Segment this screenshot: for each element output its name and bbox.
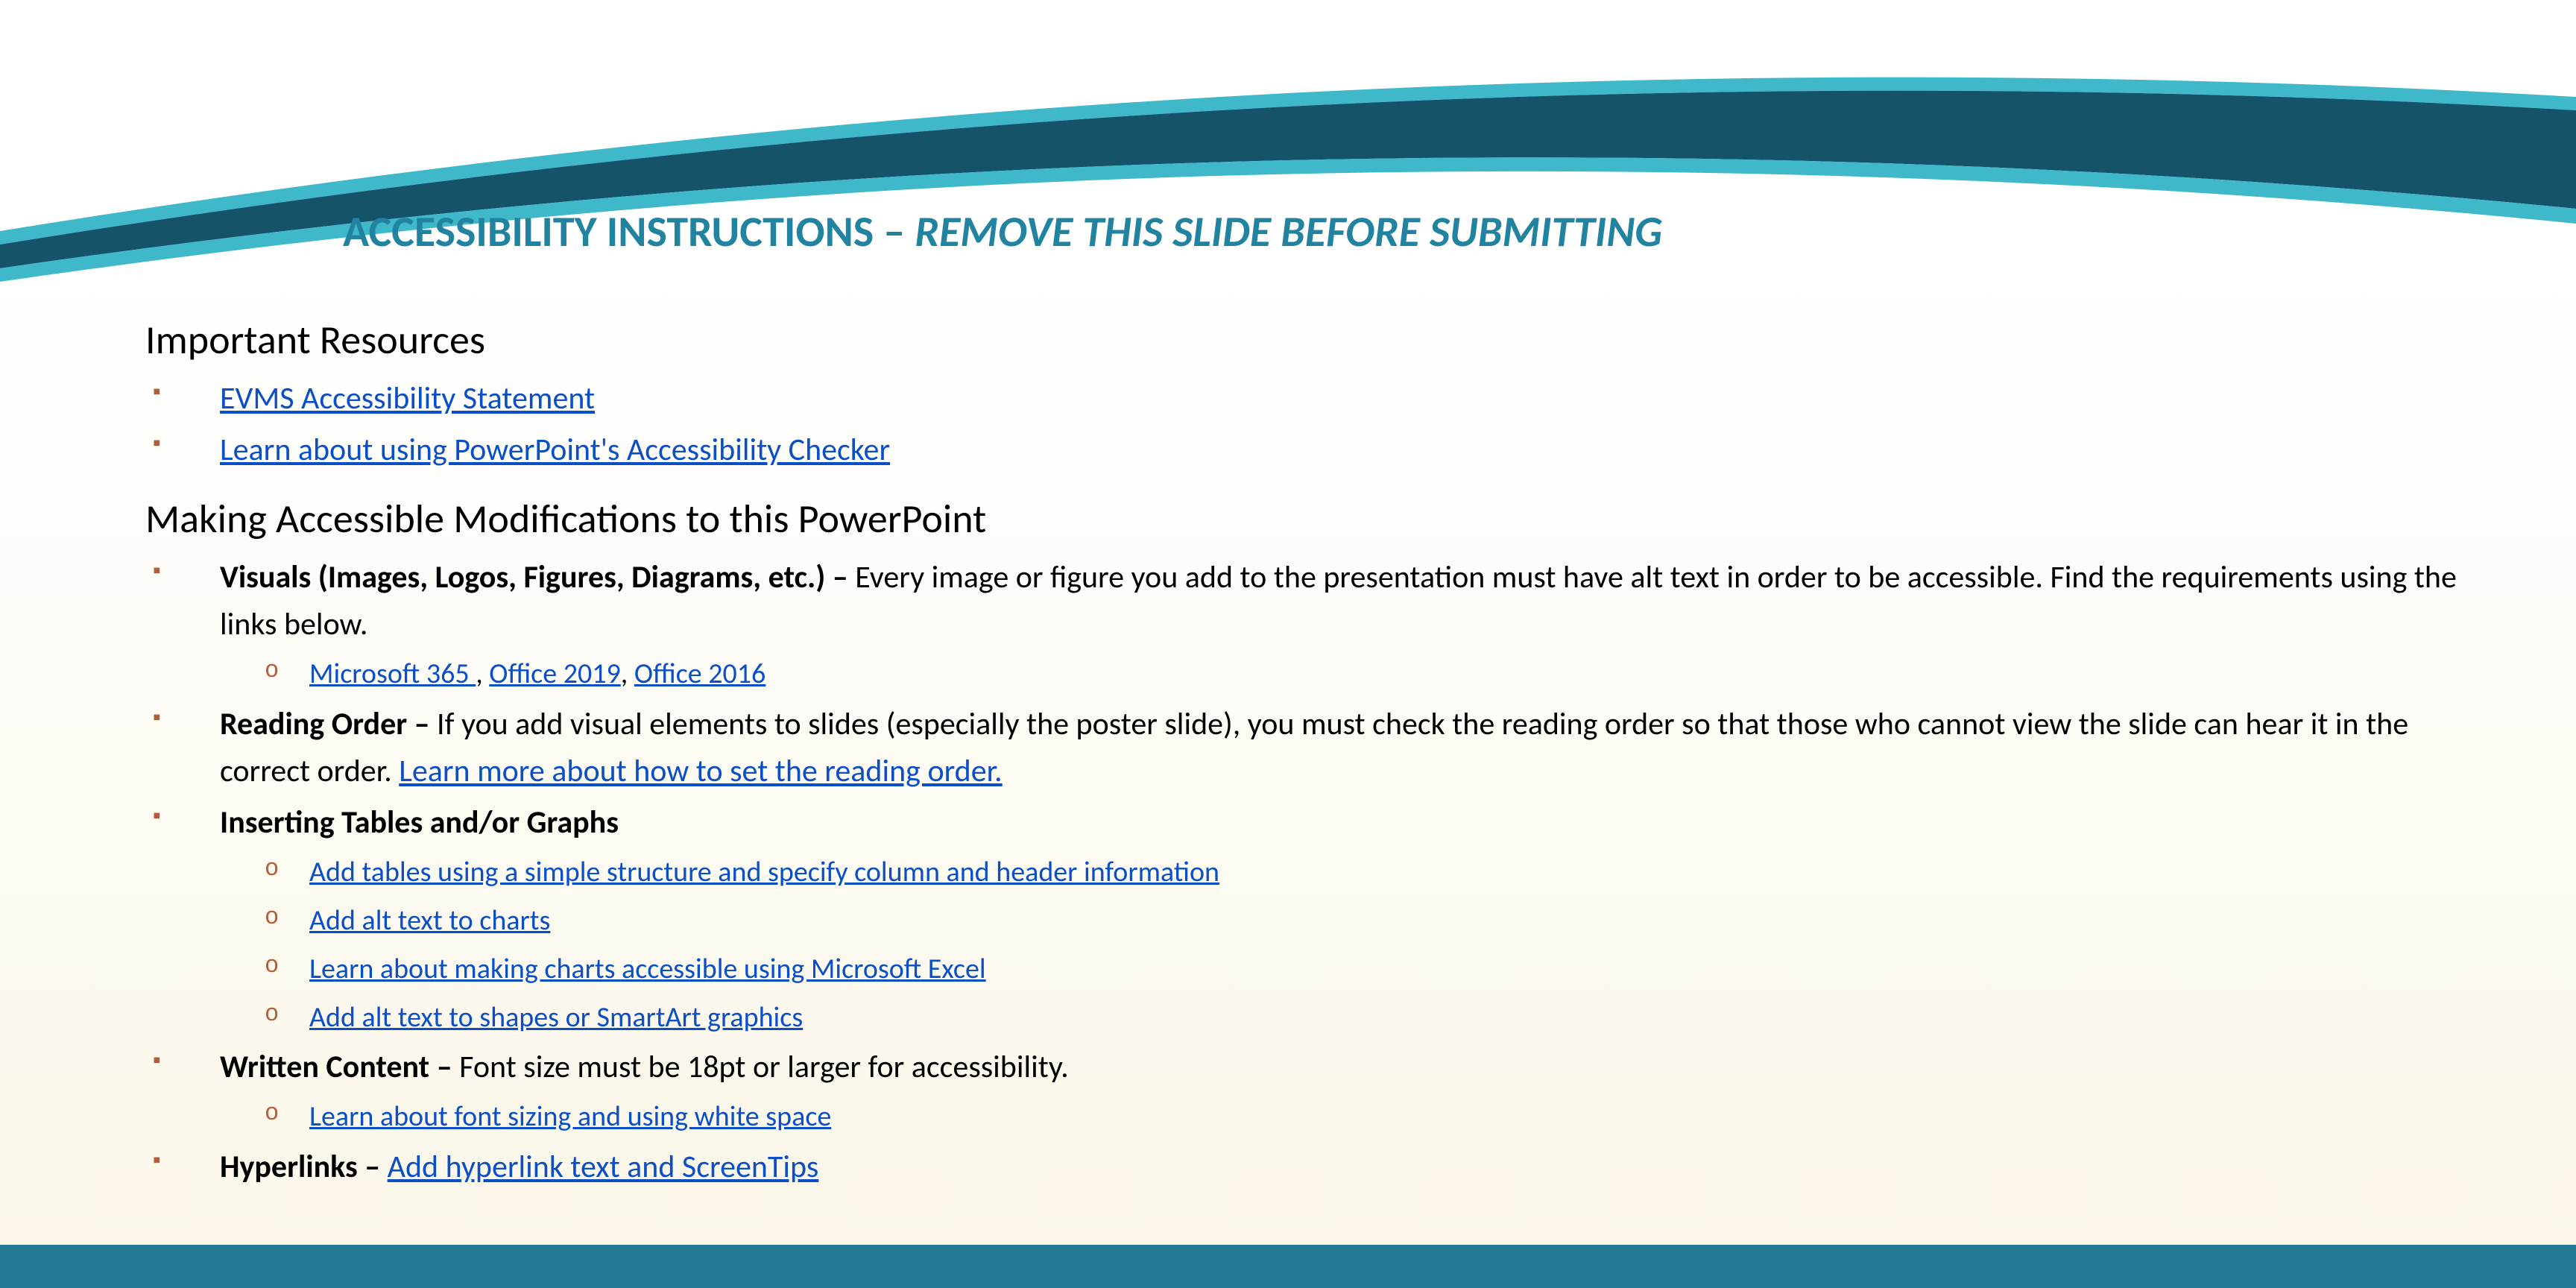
list-item: Add tables using a simple structure and …: [220, 850, 2487, 894]
list-item: EVMS Accessibility Statement: [145, 375, 2487, 422]
link-hyperlink-screentips[interactable]: Add hyperlink text and ScreenTips: [388, 1148, 819, 1186]
list-item: Learn about making charts accessible usi…: [220, 947, 2487, 991]
link-office-2019[interactable]: Office 2019: [489, 657, 620, 691]
hyperlinks-label: Hyperlinks –: [220, 1148, 388, 1186]
separator: ,: [621, 657, 634, 691]
written-label: Written Content –: [220, 1048, 459, 1086]
modifications-list: Visuals (Images, Logos, Figures, Diagram…: [145, 554, 2487, 1190]
link-alt-text-shapes[interactable]: Add alt text to shapes or SmartArt graph…: [309, 1000, 803, 1035]
heading-modifications: Making Accessible Modifications to this …: [145, 494, 2487, 543]
link-excel-charts[interactable]: Learn about making charts accessible usi…: [309, 952, 986, 986]
separator: ,: [476, 657, 489, 691]
item-tables-graphs: Inserting Tables and/or Graphs Add table…: [145, 799, 2487, 1040]
link-reading-order[interactable]: Learn more about how to set the reading …: [399, 752, 1002, 790]
list-item: Add alt text to shapes or SmartArt graph…: [220, 996, 2487, 1040]
heading-important-resources: Important Resources: [145, 315, 2487, 364]
tables-label: Inserting Tables and/or Graphs: [220, 804, 619, 842]
link-alt-text-charts[interactable]: Add alt text to charts: [309, 903, 550, 938]
link-table-structure[interactable]: Add tables using a simple structure and …: [309, 855, 1219, 889]
written-sublist: Learn about font sizing and using white …: [220, 1095, 2487, 1139]
tables-sublist: Add tables using a simple structure and …: [220, 850, 2487, 1040]
title-main: ACCESSIBILITY INSTRUCTIONS –: [343, 205, 915, 258]
slide-title: ACCESSIBILITY INSTRUCTIONS – REMOVE THIS…: [343, 205, 1662, 258]
written-text: Font size must be 18pt or larger for acc…: [459, 1048, 1069, 1086]
list-item: Learn about using PowerPoint's Accessibi…: [145, 426, 2487, 473]
reading-order-label: Reading Order –: [220, 705, 437, 743]
title-emphasis: REMOVE THIS SLIDE BEFORE SUBMITTING: [915, 205, 1662, 258]
list-item: Learn about font sizing and using white …: [220, 1095, 2487, 1139]
item-reading-order: Reading Order – If you add visual elemen…: [145, 701, 2487, 795]
item-hyperlinks: Hyperlinks – Add hyperlink text and Scre…: [145, 1143, 2487, 1190]
list-item: Add alt text to charts: [220, 899, 2487, 943]
item-written-content: Written Content – Font size must be 18pt…: [145, 1044, 2487, 1139]
link-font-sizing[interactable]: Learn about font sizing and using white …: [309, 1099, 831, 1134]
bottom-bar: [0, 1245, 2576, 1288]
list-item: Microsoft 365 , Office 2019, Office 2016: [220, 652, 2487, 696]
link-accessibility-checker[interactable]: Learn about using PowerPoint's Accessibi…: [220, 431, 890, 469]
visuals-label: Visuals (Images, Logos, Figures, Diagram…: [220, 558, 855, 596]
resources-list: EVMS Accessibility Statement Learn about…: [145, 375, 2487, 473]
link-evms-statement[interactable]: EVMS Accessibility Statement: [220, 379, 595, 417]
link-microsoft-365[interactable]: Microsoft 365: [309, 657, 476, 691]
item-visuals: Visuals (Images, Logos, Figures, Diagram…: [145, 554, 2487, 696]
visuals-sublist: Microsoft 365 , Office 2019, Office 2016: [220, 652, 2487, 696]
slide-content: Important Resources EVMS Accessibility S…: [145, 294, 2487, 1195]
link-office-2016[interactable]: Office 2016: [634, 657, 765, 691]
